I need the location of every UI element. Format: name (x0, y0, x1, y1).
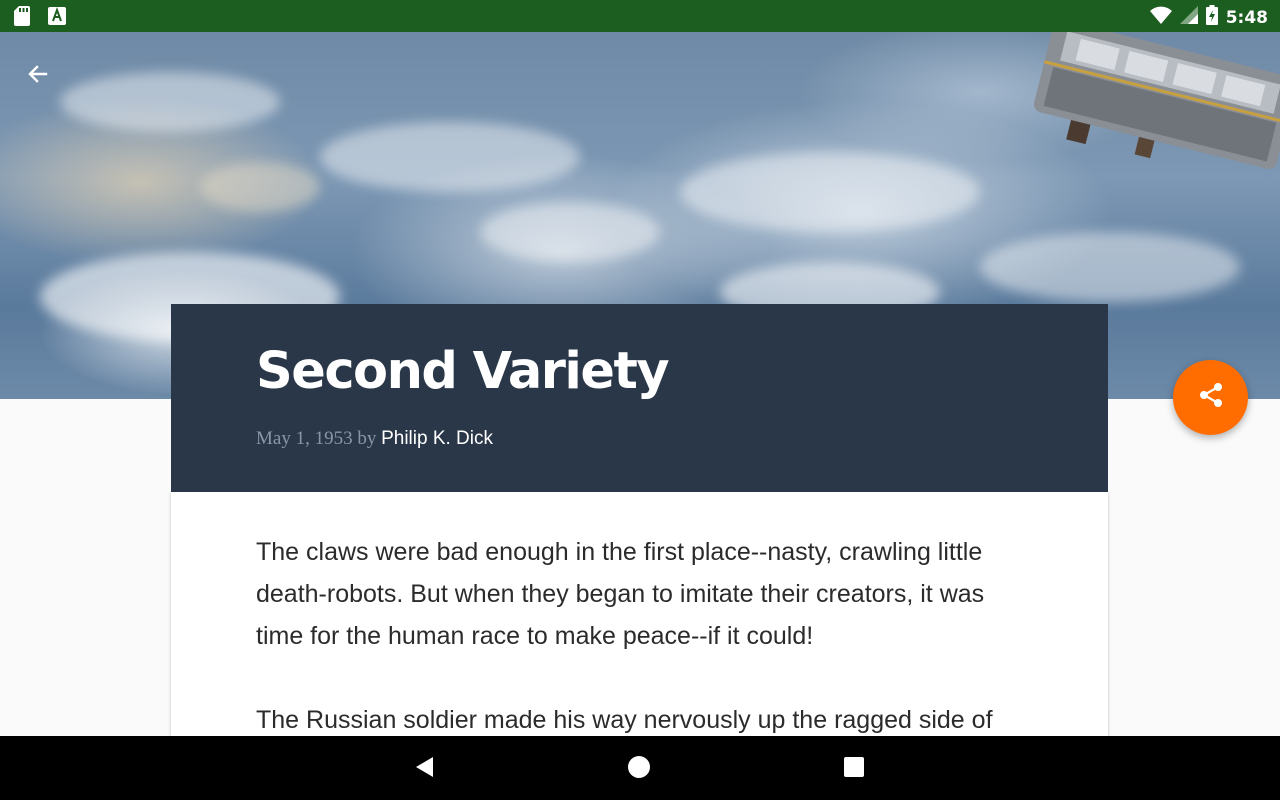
share-button[interactable] (1173, 360, 1248, 435)
article-paragraph: The Russian soldier made his way nervous… (256, 706, 993, 734)
article-body: The claws were bad enough in the first p… (171, 492, 1108, 752)
article-paragraph: The claws were bad enough in the first p… (256, 538, 985, 650)
status-left-icons (14, 6, 66, 31)
battery-icon (1205, 5, 1218, 30)
byline-by: by (357, 428, 377, 449)
signal-icon (1179, 6, 1198, 29)
status-right-icons: 5:48 (1149, 5, 1268, 30)
nav-recents-button[interactable] (841, 756, 867, 782)
nav-recents-icon (843, 756, 865, 783)
sd-card-icon (14, 6, 30, 31)
share-icon (1197, 381, 1225, 414)
font-app-icon (48, 7, 66, 30)
nav-back-button[interactable] (411, 756, 437, 782)
nav-back-icon (413, 755, 435, 784)
article-byline: May 1, 1953 by Philip K. Dick (256, 428, 493, 450)
article-author[interactable]: Philip K. Dick (381, 428, 493, 449)
navigation-bar (0, 736, 1280, 800)
arrow-back-icon (26, 62, 50, 91)
status-time: 5:48 (1225, 7, 1268, 28)
status-bar: 5:48 (0, 0, 1280, 32)
article-date: May 1, 1953 (256, 428, 353, 449)
space-station-image (1033, 32, 1280, 170)
back-button[interactable] (20, 58, 56, 94)
nav-home-button[interactable] (626, 755, 652, 784)
article-title: Second Variety (256, 342, 670, 401)
wifi-icon (1149, 6, 1172, 29)
nav-home-icon (627, 755, 651, 784)
article-header: Second Variety May 1, 1953 by Philip K. … (171, 304, 1108, 492)
